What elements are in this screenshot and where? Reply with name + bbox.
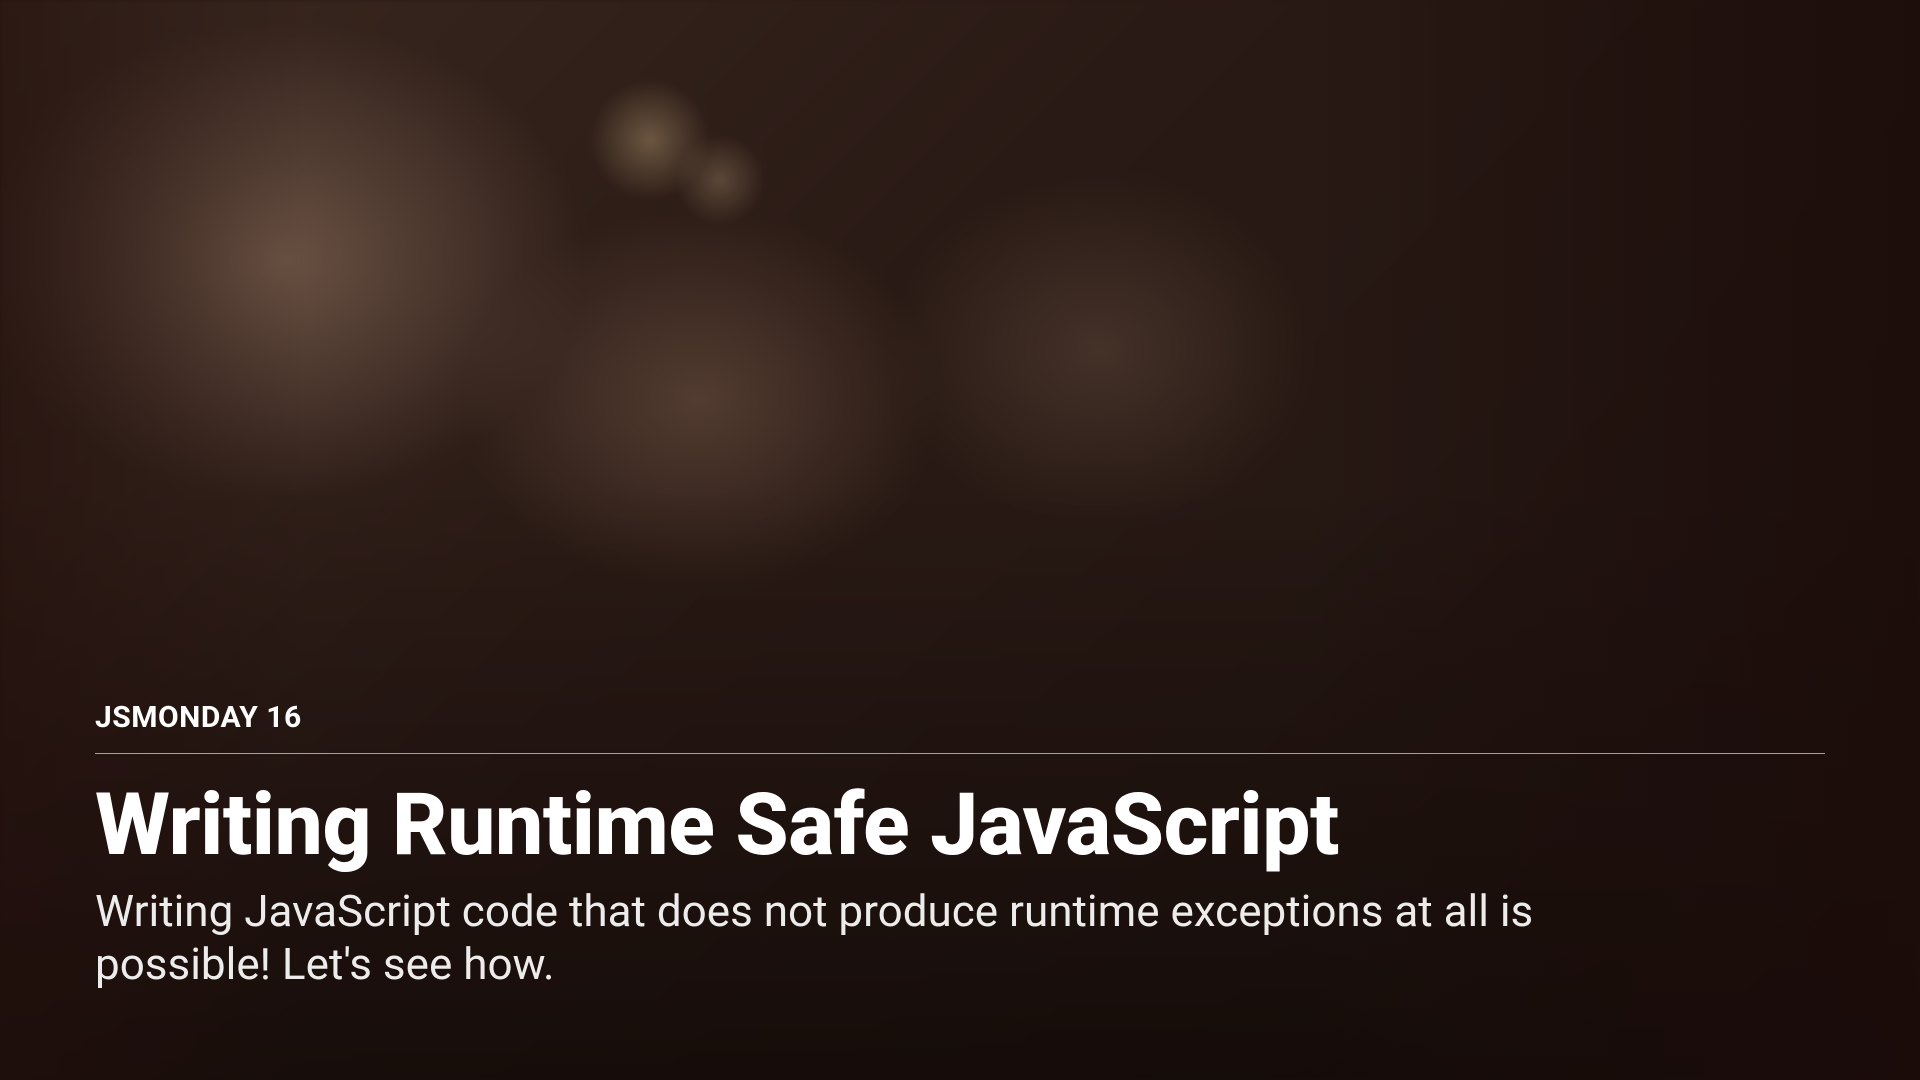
hero-divider bbox=[95, 753, 1825, 754]
hero-content: JSMONDAY 16 Writing Runtime Safe JavaScr… bbox=[95, 700, 1825, 992]
hero-title: Writing Runtime Safe JavaScript bbox=[95, 780, 1825, 870]
hero-subtitle: Writing JavaScript code that does not pr… bbox=[95, 885, 1665, 992]
hero-eyebrow: JSMONDAY 16 bbox=[95, 700, 1825, 735]
